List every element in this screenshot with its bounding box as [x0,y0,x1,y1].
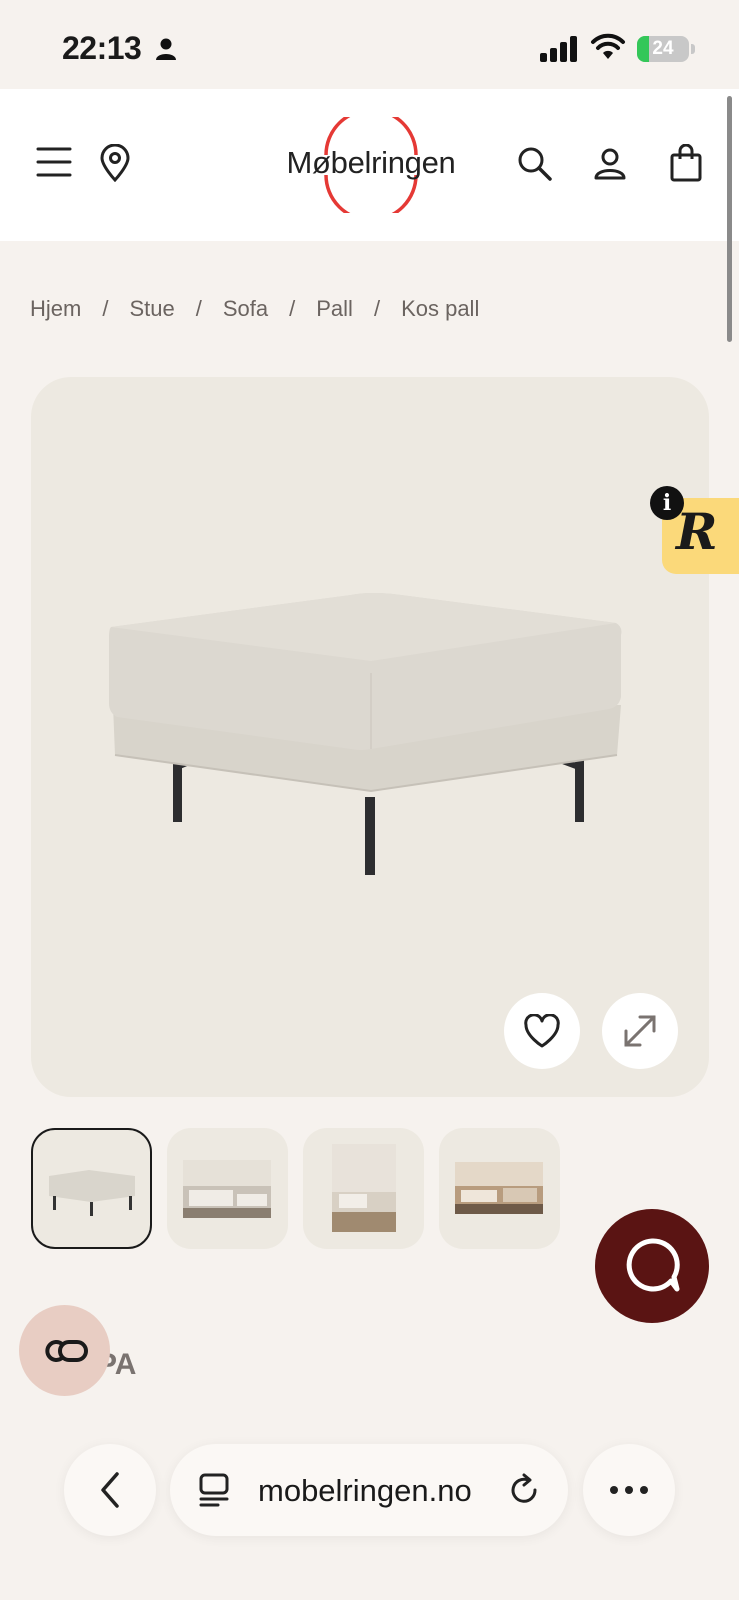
breadcrumb-item-stue[interactable]: Stue [129,296,174,322]
breadcrumb: Hjem / Stue / Sofa / Pall / Kos pall [30,296,479,322]
more-icon [610,1486,648,1494]
person-icon [156,38,176,60]
breadcrumb-item-sofa[interactable]: Sofa [223,296,268,322]
url-text: mobelringen.no [258,1473,472,1508]
favorite-button[interactable] [504,993,580,1069]
breadcrumb-separator: / [195,296,202,321]
breadcrumb-item-pall[interactable]: Pall [316,296,353,322]
battery-level: 24 [652,38,674,59]
tabs-icon [199,1473,229,1507]
product-image-ottoman [109,593,622,875]
thumbnail-1[interactable] [31,1128,152,1249]
site-logo[interactable]: Møbelringen [276,117,466,213]
chevron-left-icon [101,1472,119,1508]
review-widget-logo: R [676,502,718,561]
info-icon[interactable]: i [650,486,684,520]
location-pin-icon[interactable] [94,141,136,185]
breadcrumb-separator: / [373,296,381,321]
thumbnail-strip [31,1128,560,1249]
thumbnail-2[interactable] [167,1128,288,1249]
signal-icon [540,36,577,62]
breadcrumb-separator: / [289,296,296,321]
menu-icon[interactable] [33,141,75,183]
thumbnail-4[interactable] [439,1128,560,1249]
breadcrumb-current: Kos pall [401,296,480,321]
reload-icon[interactable] [508,1472,542,1508]
chat-button[interactable] [595,1209,709,1323]
status-time: 22:13 [62,30,142,66]
product-main-image[interactable] [31,377,709,1097]
wifi-icon [591,33,625,59]
expand-icon [624,1015,656,1047]
account-icon[interactable] [589,143,631,185]
logo-text: Møbelringen [286,145,456,180]
co-icon [44,1339,88,1362]
co-widget-button[interactable] [19,1305,110,1396]
chat-icon [626,1238,680,1292]
page-scrollbar[interactable] [727,96,732,342]
cart-icon[interactable] [665,141,707,185]
status-bar: 22:13 24 [0,0,739,90]
site-header: Møbelringen [0,89,739,241]
breadcrumb-item-hjem[interactable]: Hjem [30,296,81,322]
browser-address-bar[interactable]: mobelringen.no [170,1444,568,1536]
breadcrumb-separator: / [102,296,109,321]
search-icon[interactable] [514,143,556,185]
heart-icon [524,1014,560,1048]
battery-indicator: 24 [637,36,689,62]
browser-back-button[interactable] [64,1444,156,1536]
expand-image-button[interactable] [602,993,678,1069]
thumbnail-3[interactable] [303,1128,424,1249]
browser-more-button[interactable] [583,1444,675,1536]
